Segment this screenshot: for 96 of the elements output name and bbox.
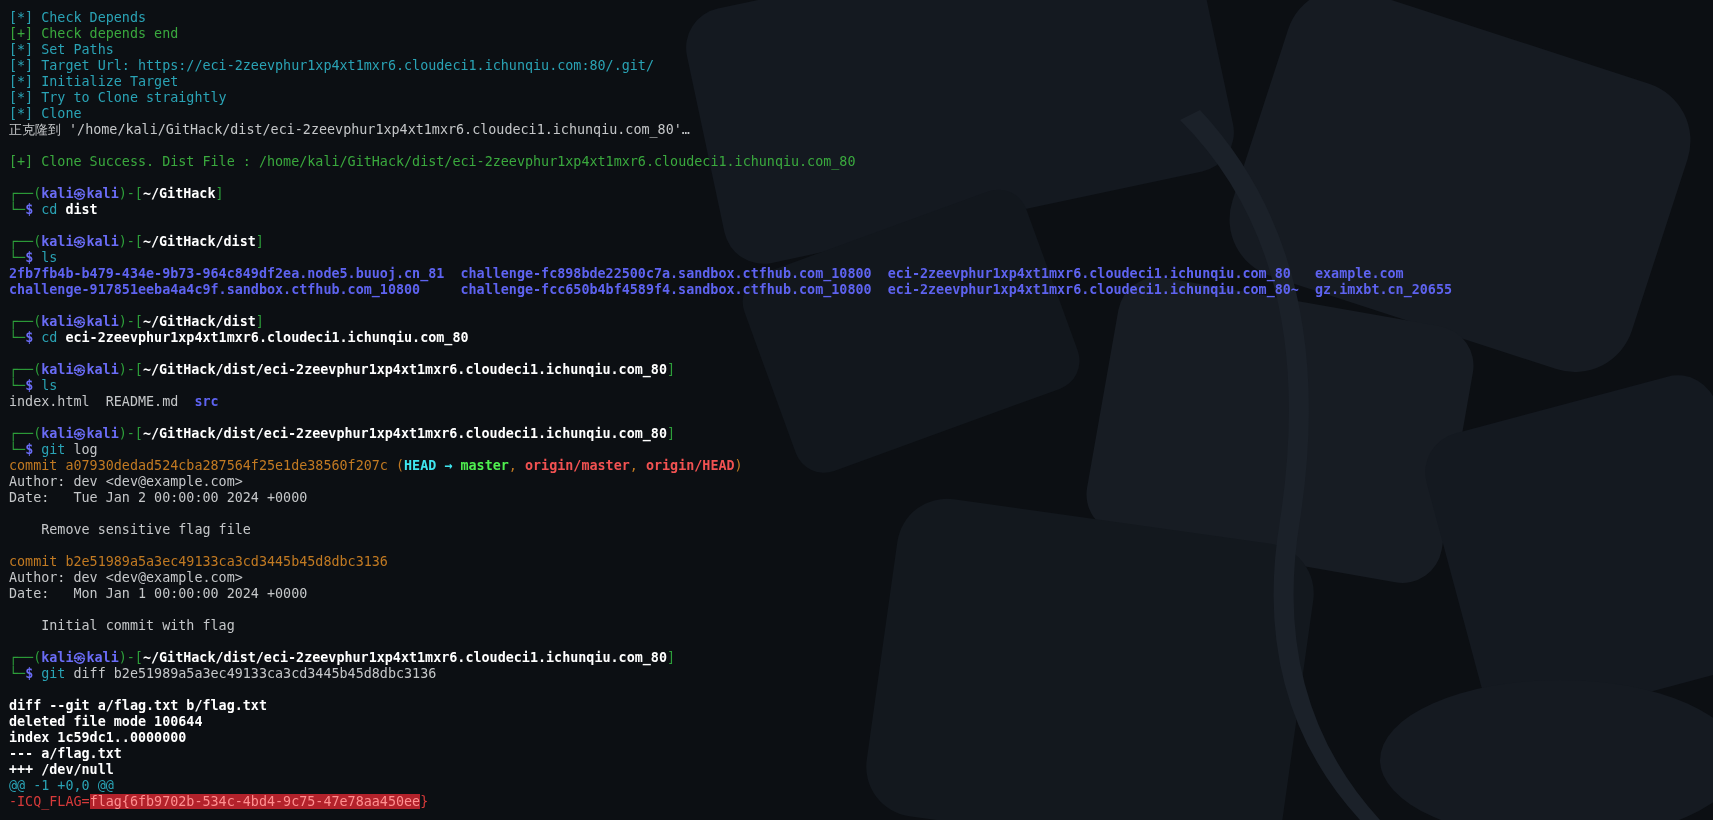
prompt-path: ~/GitHack/dist	[142, 234, 256, 249]
prompt-frame: └─	[9, 202, 26, 217]
prompt-frame: )-[	[118, 314, 143, 329]
prompt-path: ~/GitHack/dist/eci-2zeevphur1xp4xt1mxr6.cloudeci1.ichunqiu.com_80	[142, 426, 667, 441]
terminal-text: Author: dev <dev@example.com>	[9, 474, 243, 489]
prompt-path: ~/GitHack/dist/eci-2zeevphur1xp4xt1mxr6.cloudeci1.ichunqiu.com_80	[142, 650, 667, 665]
terminal-text: +++ /dev/null	[9, 762, 114, 777]
command: ls	[40, 378, 58, 393]
flag-text: flag{6fb9702b-534c-4bd4-9c75-47e78aa450ee	[89, 794, 421, 809]
terminal-text: eci-2zeevphur1xp4xt1mxr6.cloudeci1.ichunqiu.com_80	[64, 330, 469, 345]
head-ref: HEAD →	[404, 458, 453, 473]
prompt-frame: ]	[666, 362, 676, 377]
prompt-frame: └─	[9, 250, 26, 265]
prompt-user: kali㉿kali	[41, 314, 119, 329]
directory-name: gz.imxbt.cn_20655	[1315, 282, 1453, 298]
command: git	[40, 442, 66, 457]
remote-ref: origin/master	[524, 458, 630, 473]
command: cd	[40, 202, 58, 217]
terminal-text: Date: Mon Jan 1 00:00:00 2024 +0000	[9, 586, 308, 601]
prompt-frame: )-[	[118, 426, 143, 441]
success-message: [+] Check depends end	[9, 26, 179, 41]
commit-hash: ,	[629, 458, 639, 473]
prompt-frame: ]	[255, 234, 264, 249]
terminal-text: log	[72, 442, 98, 457]
commit-hash: commit a07930dedad524cba287564f25e1de38560f207c (	[9, 458, 405, 473]
branch-ref: master	[459, 458, 509, 473]
terminal-text: Initial commit with flag	[40, 618, 235, 633]
prompt-frame: )-[	[118, 362, 143, 377]
prompt-frame: ]	[666, 426, 676, 441]
directory-name: src	[194, 394, 219, 410]
prompt-frame: └─	[9, 442, 26, 457]
prompt-user: kali㉿kali	[41, 650, 119, 665]
status-message: [*] Set Paths	[9, 42, 114, 57]
directory-name: eci-2zeevphur1xp4xt1mxr6.cloudeci1.ichunqiu.com_80	[887, 266, 1291, 282]
terminal-text: Author: dev <dev@example.com>	[9, 570, 243, 585]
prompt-user: kali㉿kali	[41, 362, 119, 377]
terminal-text: Date: Tue Jan 2 00:00:00 2024 +0000	[9, 490, 308, 505]
terminal-text: 正克隆到 '/home/kali/GitHack/dist/eci-2zeevphur1xp4xt1mxr6.cloudeci1.ichunqiu.com_80'…	[9, 122, 690, 137]
prompt-path: ~/GitHack/dist	[142, 314, 256, 329]
prompt-frame: )-[	[118, 186, 143, 201]
prompt-frame: ┌──(	[9, 186, 42, 201]
prompt-user: kali㉿kali	[41, 426, 119, 441]
prompt-frame: ┌──(	[9, 314, 42, 329]
terminal-text: deleted file mode 100644	[9, 714, 203, 729]
directory-name: 2fb7fb4b-b479-434e-9b73-964c849df2ea.node5.buuoj.cn_81	[9, 266, 446, 282]
prompt-frame: └─	[9, 378, 26, 393]
command: git	[40, 666, 66, 681]
prompt-path: ~/GitHack	[142, 186, 216, 201]
terminal-text: diff --git a/flag.txt b/flag.txt	[9, 698, 267, 713]
file-name: index.html	[9, 394, 91, 410]
prompt-frame: ]	[215, 186, 224, 201]
status-message: [*] Check Depends	[9, 10, 147, 25]
directory-name: eci-2zeevphur1xp4xt1mxr6.cloudeci1.ichunqiu.com_80~	[887, 282, 1300, 298]
status-message: [*] Initialize Target	[9, 74, 179, 89]
prompt-user: kali㉿kali	[41, 234, 119, 249]
prompt-frame: ┌──(	[9, 234, 42, 249]
success-message: [+] Clone Success. Dist File : /home/kali/GitHack/dist/eci-2zeevphur1xp4xt1mxr6.cloudeci1.ichunqiu.com_80	[9, 154, 856, 169]
commit-hash: commit b2e51989a5a3ec49133ca3cd3445b45d8dbc3136	[9, 554, 388, 569]
directory-name: challenge-fcc650b4bf4589f4.sandbox.ctfhub.com_10800	[460, 282, 873, 298]
terminal-text: index 1c59dc1..0000000	[9, 730, 187, 745]
command: ls	[40, 250, 58, 265]
command: cd	[40, 330, 58, 345]
file-name: README.md	[105, 394, 180, 410]
prompt-frame: )-[	[118, 650, 143, 665]
commit-hash: ,	[508, 458, 518, 473]
terminal-text: --- a/flag.txt	[9, 746, 122, 761]
terminal-text: diff b2e51989a5a3ec49133ca3cd3445b45d8dbc3136	[72, 666, 437, 681]
removed-line: }	[420, 794, 429, 809]
prompt-frame: ]	[255, 314, 264, 329]
prompt-frame: ]	[666, 650, 676, 665]
status-message: [*] Clone	[9, 106, 82, 121]
prompt-user: $	[25, 250, 34, 265]
prompt-frame: ┌──(	[9, 362, 42, 377]
prompt-user: $	[25, 202, 34, 217]
prompt-path: ~/GitHack/dist/eci-2zeevphur1xp4xt1mxr6.cloudeci1.ichunqiu.com_80	[142, 362, 667, 377]
prompt-frame: └─	[9, 330, 26, 345]
diff-hunk-header: @@ -1 +0,0 @@	[9, 778, 114, 793]
terminal-text: dist	[64, 202, 98, 217]
directory-name: challenge-917851eeba4a4c9f.sandbox.ctfhub.com_10800	[9, 282, 422, 298]
commit-hash: )	[734, 458, 743, 473]
removed-line: -ICQ_FLAG=	[9, 794, 90, 809]
prompt-frame: ┌──(	[9, 426, 42, 441]
prompt-user: $	[25, 666, 34, 681]
prompt-user: $	[25, 378, 34, 393]
prompt-user: $	[25, 330, 34, 345]
prompt-user: $	[25, 442, 34, 457]
directory-name: example.com	[1315, 266, 1405, 282]
prompt-frame: └─	[9, 666, 26, 681]
status-message: [*] Target Url: https://eci-2zeevphur1xp4xt1mxr6.cloudeci1.ichunqiu.com:80/.git/	[9, 58, 654, 73]
prompt-user: kali㉿kali	[41, 186, 119, 201]
status-message: [*] Try to Clone straightly	[9, 90, 227, 105]
remote-ref: origin/HEAD	[645, 458, 735, 473]
directory-name: challenge-fc898bde22500c7a.sandbox.ctfhub.com_10800	[460, 266, 873, 282]
prompt-frame: ┌──(	[9, 650, 42, 665]
terminal-text: Remove sensitive flag file	[40, 522, 251, 537]
prompt-frame: )-[	[118, 234, 143, 249]
